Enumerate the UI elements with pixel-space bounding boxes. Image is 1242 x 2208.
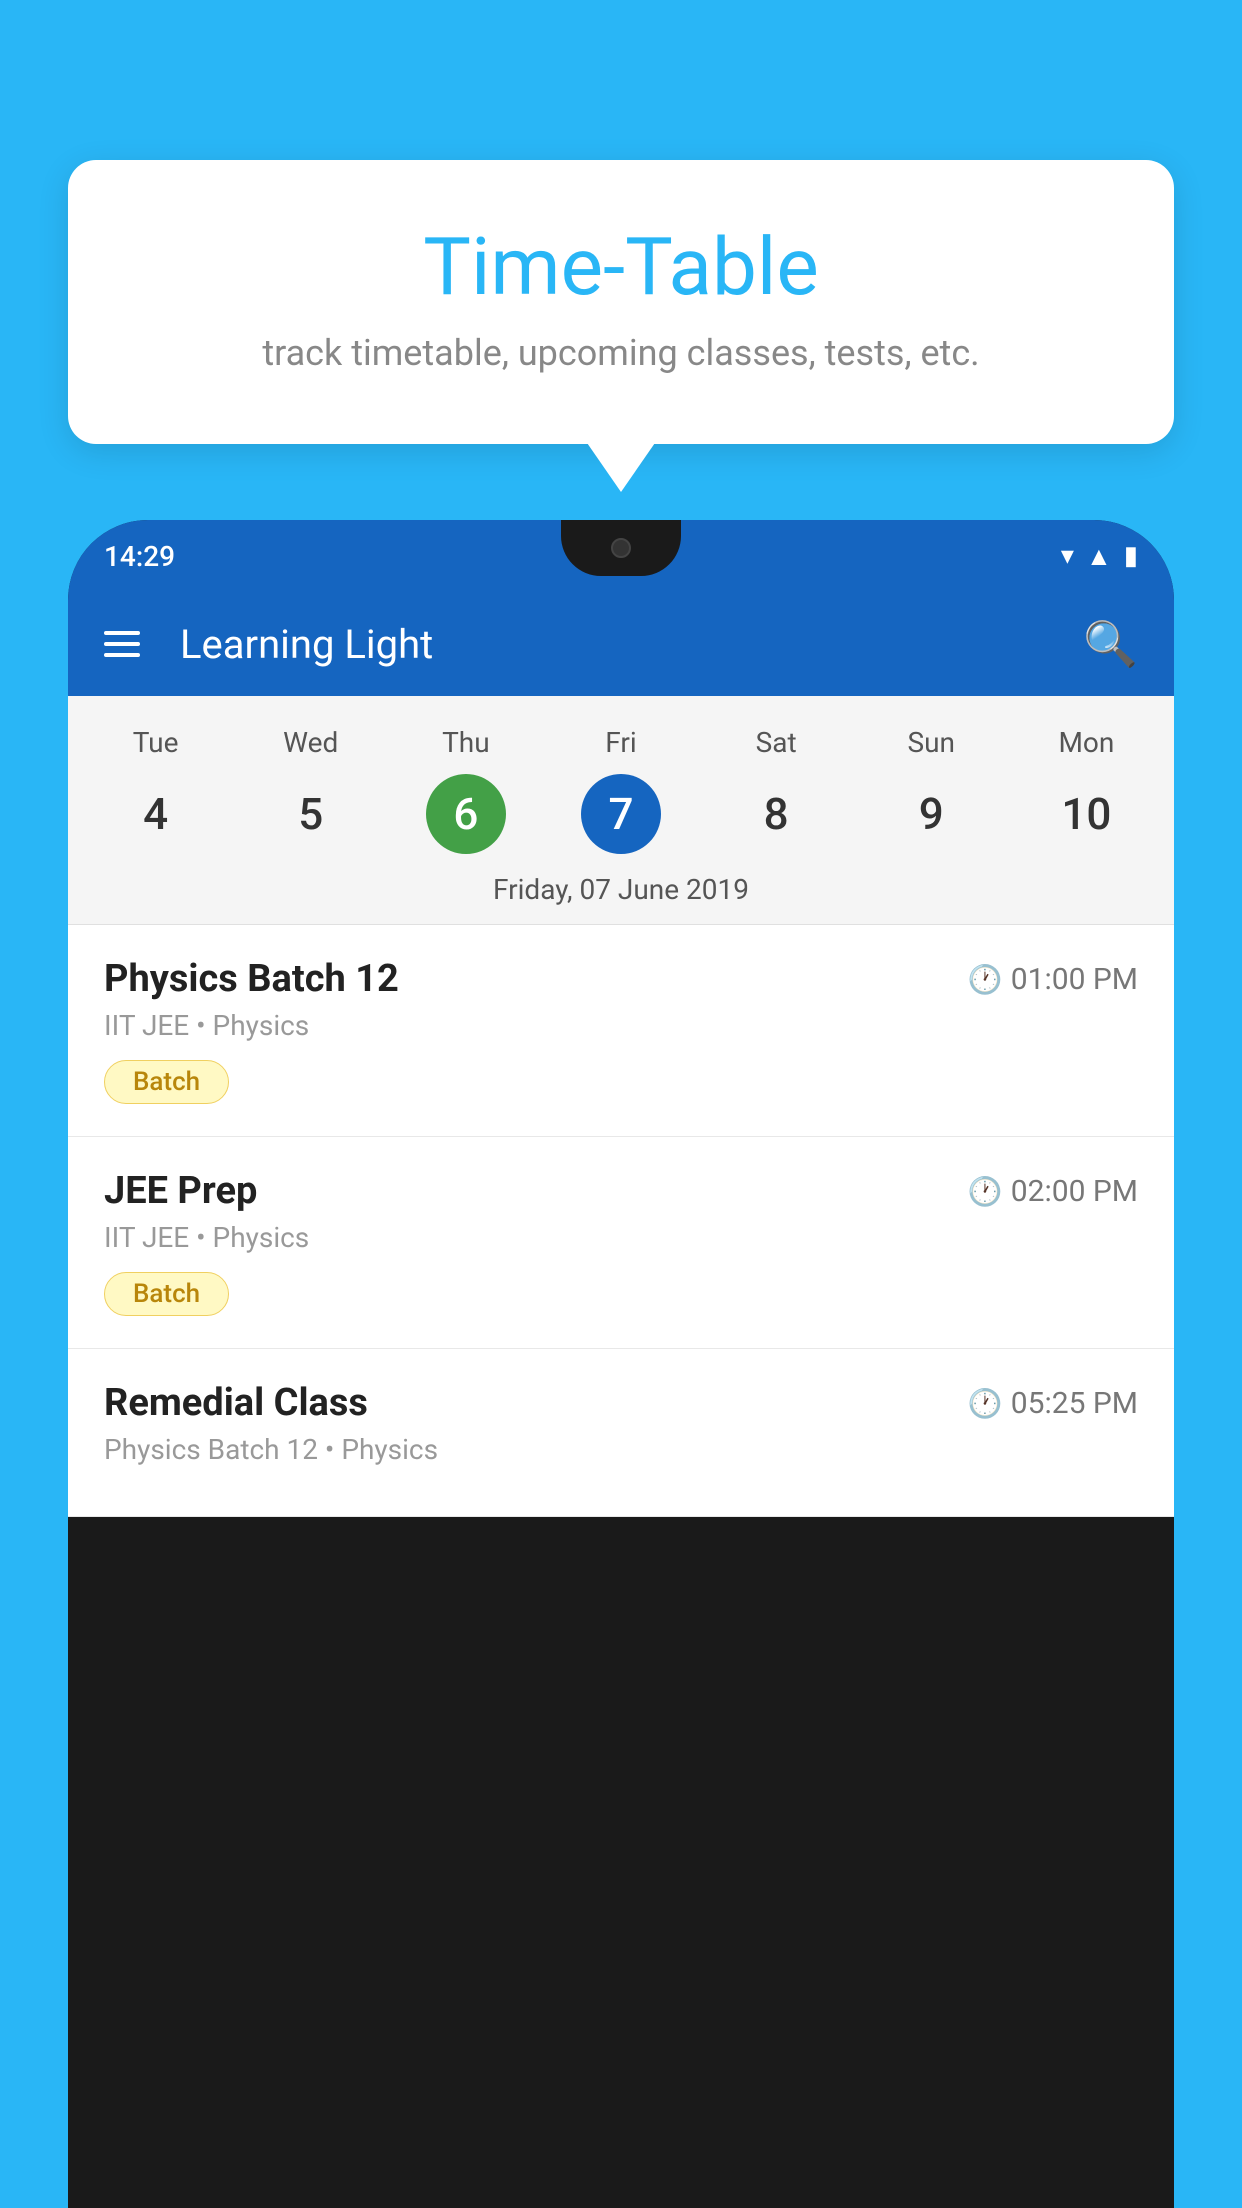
day-header-tue: Tue: [78, 716, 233, 769]
day-header-sat: Sat: [699, 716, 854, 769]
day-headers: Tue Wed Thu Fri Sat Sun Mon: [68, 716, 1174, 769]
day-9[interactable]: 9: [854, 769, 1009, 859]
status-time: 14:29: [104, 540, 175, 573]
selected-date-label: Friday, 07 June 2019: [68, 859, 1174, 925]
schedule-item-1[interactable]: Physics Batch 12 🕐 01:00 PM IIT JEE • Ph…: [68, 925, 1174, 1137]
schedule-item-1-header: Physics Batch 12 🕐 01:00 PM: [104, 957, 1138, 1001]
notch: [561, 520, 681, 576]
schedule-item-1-time: 🕐 01:00 PM: [968, 962, 1138, 997]
day-8[interactable]: 8: [699, 769, 854, 859]
schedule-item-2-time: 🕐 02:00 PM: [968, 1174, 1138, 1209]
batch-badge-2: Batch: [104, 1272, 229, 1316]
schedule-item-2-subtitle: IIT JEE • Physics: [104, 1221, 1138, 1254]
phone-frame: 14:29 ▾ ▲ ▮ Learning Light 🔍 Tue Wed Thu…: [68, 520, 1174, 2208]
app-title: Learning Light: [180, 621, 1083, 668]
day-4[interactable]: 4: [78, 769, 233, 859]
schedule-item-1-title: Physics Batch 12: [104, 957, 399, 1001]
schedule-list: Physics Batch 12 🕐 01:00 PM IIT JEE • Ph…: [68, 925, 1174, 1517]
status-bar: 14:29 ▾ ▲ ▮: [68, 520, 1174, 592]
day-7-selected[interactable]: 7: [581, 774, 661, 854]
schedule-item-3-time: 🕐 05:25 PM: [968, 1386, 1138, 1421]
tooltip-subtitle: track timetable, upcoming classes, tests…: [118, 332, 1124, 374]
tooltip-card: Time-Table track timetable, upcoming cla…: [68, 160, 1174, 444]
schedule-item-2-header: JEE Prep 🕐 02:00 PM: [104, 1169, 1138, 1213]
day-header-mon: Mon: [1009, 716, 1164, 769]
signal-icon: ▲: [1086, 541, 1112, 572]
day-numbers: 4 5 6 7 8 9 10: [68, 769, 1174, 859]
clock-icon-1: 🕐: [968, 963, 1003, 996]
day-header-thu: Thu: [388, 716, 543, 769]
hamburger-menu-icon[interactable]: [104, 631, 140, 657]
schedule-item-1-subtitle: IIT JEE • Physics: [104, 1009, 1138, 1042]
schedule-item-2-time-text: 02:00 PM: [1011, 1174, 1138, 1209]
day-5[interactable]: 5: [233, 769, 388, 859]
schedule-item-2-title: JEE Prep: [104, 1169, 257, 1213]
schedule-item-1-time-text: 01:00 PM: [1011, 962, 1138, 997]
battery-icon: ▮: [1124, 541, 1138, 571]
calendar-strip: Tue Wed Thu Fri Sat Sun Mon 4 5 6 7 8 9 …: [68, 696, 1174, 925]
batch-badge-1: Batch: [104, 1060, 229, 1104]
day-header-wed: Wed: [233, 716, 388, 769]
schedule-item-3-subtitle: Physics Batch 12 • Physics: [104, 1433, 1138, 1466]
schedule-item-2[interactable]: JEE Prep 🕐 02:00 PM IIT JEE • Physics Ba…: [68, 1137, 1174, 1349]
wifi-icon: ▾: [1061, 541, 1074, 571]
schedule-item-3-header: Remedial Class 🕐 05:25 PM: [104, 1381, 1138, 1425]
day-10[interactable]: 10: [1009, 769, 1164, 859]
clock-icon-2: 🕐: [968, 1175, 1003, 1208]
camera: [611, 538, 631, 558]
app-bar: Learning Light 🔍: [68, 592, 1174, 696]
day-header-sun: Sun: [854, 716, 1009, 769]
clock-icon-3: 🕐: [968, 1387, 1003, 1420]
search-icon[interactable]: 🔍: [1083, 618, 1138, 670]
schedule-item-3-title: Remedial Class: [104, 1381, 368, 1425]
day-6-today[interactable]: 6: [426, 774, 506, 854]
day-header-fri: Fri: [543, 716, 698, 769]
status-icons: ▾ ▲ ▮: [1061, 541, 1138, 572]
schedule-item-3-time-text: 05:25 PM: [1011, 1386, 1138, 1421]
tooltip-title: Time-Table: [118, 220, 1124, 314]
schedule-item-3[interactable]: Remedial Class 🕐 05:25 PM Physics Batch …: [68, 1349, 1174, 1517]
